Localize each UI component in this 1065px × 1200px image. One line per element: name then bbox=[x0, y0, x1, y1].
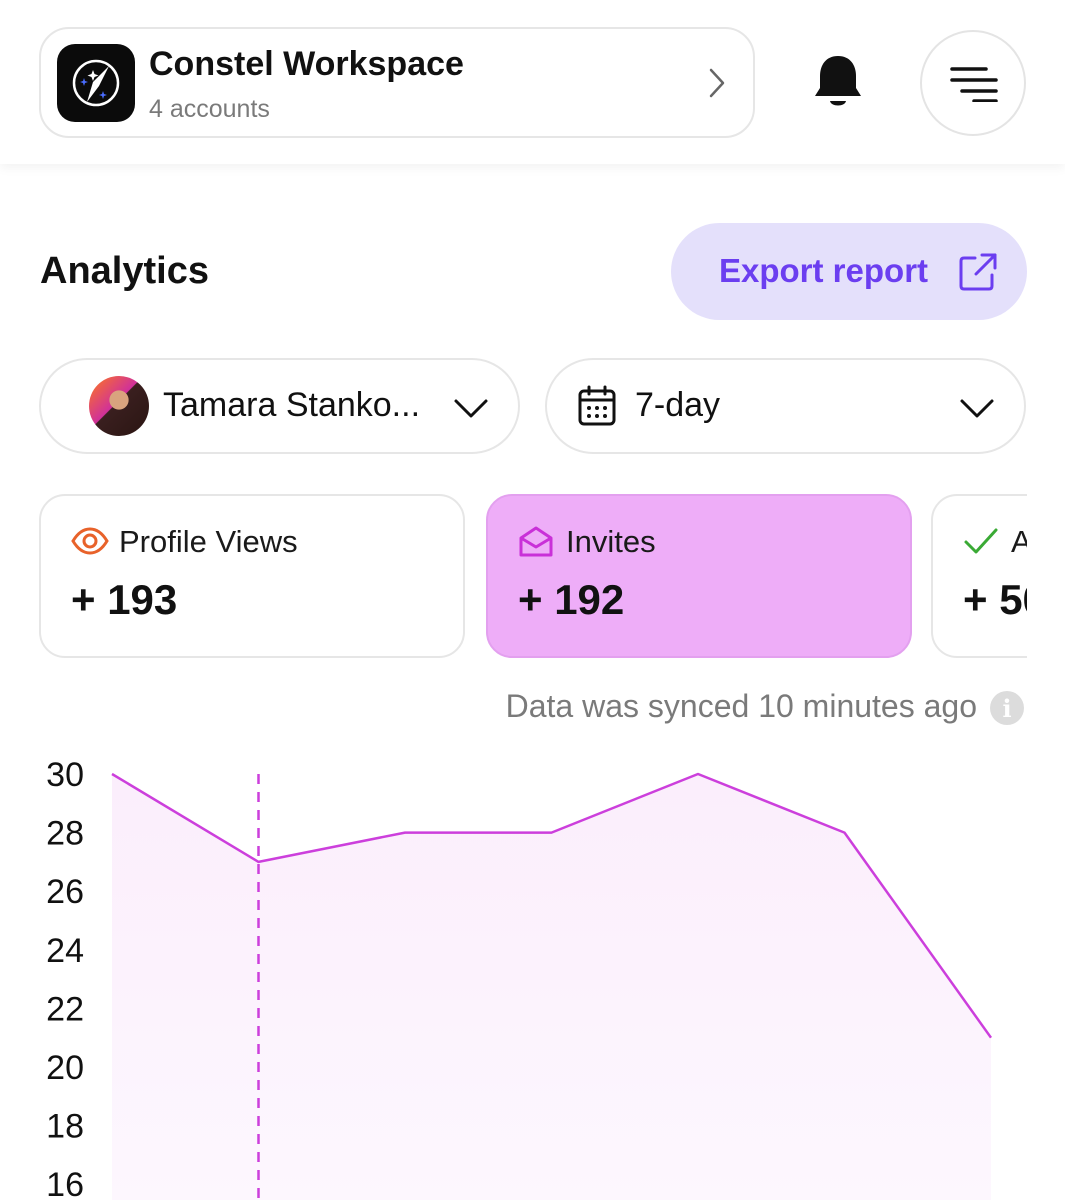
external-link-icon bbox=[959, 253, 997, 291]
info-icon[interactable]: i bbox=[990, 691, 1024, 725]
y-tick-label: 24 bbox=[46, 932, 84, 970]
check-icon bbox=[964, 528, 998, 554]
page-title: Analytics bbox=[40, 250, 209, 292]
envelope-open-icon bbox=[519, 526, 553, 557]
card-label: A bbox=[1011, 524, 1027, 559]
invites-line-chart: 30 28 26 24 22 20 18 16 bbox=[46, 756, 1001, 1200]
top-bar: Constel Workspace 4 accounts bbox=[0, 0, 1065, 164]
metric-cards: Profile Views + 193 Invites + 192 A + 50 bbox=[39, 494, 1027, 660]
card-invites[interactable]: Invites + 192 bbox=[486, 494, 912, 658]
export-report-label: Export report bbox=[719, 252, 929, 289]
workspace-title: Constel Workspace bbox=[149, 45, 464, 83]
y-tick-label: 22 bbox=[46, 990, 84, 1028]
y-tick-label: 18 bbox=[46, 1108, 84, 1146]
card-value: + 192 bbox=[518, 576, 625, 623]
card-value: + 50 bbox=[963, 576, 1027, 623]
y-tick-label: 16 bbox=[46, 1166, 84, 1200]
constel-logo-icon bbox=[57, 44, 135, 122]
data-point[interactable] bbox=[981, 1028, 1001, 1048]
account-selector[interactable]: Tamara Stanko... bbox=[39, 358, 520, 454]
y-tick-label: 28 bbox=[46, 815, 84, 853]
sync-status-text: Data was synced 10 minutes ago bbox=[505, 688, 977, 724]
card-value: + 193 bbox=[71, 576, 178, 623]
selected-account-name: Tamara Stanko... bbox=[163, 386, 421, 424]
y-tick-label: 30 bbox=[46, 756, 84, 794]
chevron-down-icon bbox=[454, 399, 488, 418]
bell-icon[interactable] bbox=[811, 52, 865, 112]
menu-icon bbox=[950, 67, 998, 102]
data-point[interactable] bbox=[102, 764, 122, 784]
y-tick-label: 20 bbox=[46, 1049, 84, 1087]
avatar bbox=[89, 376, 149, 436]
chevron-right-icon bbox=[709, 68, 725, 98]
data-point[interactable] bbox=[249, 852, 269, 872]
data-point[interactable] bbox=[688, 764, 708, 784]
workspace-account-count: 4 accounts bbox=[149, 95, 270, 123]
card-profile-views[interactable]: Profile Views + 193 bbox=[39, 494, 465, 658]
data-point[interactable] bbox=[542, 823, 562, 843]
data-point[interactable] bbox=[395, 823, 415, 843]
menu-button[interactable] bbox=[920, 30, 1026, 136]
eye-icon bbox=[71, 527, 109, 555]
date-range-selector[interactable]: 7-day bbox=[545, 358, 1026, 454]
calendar-icon bbox=[578, 385, 616, 426]
y-tick-label: 26 bbox=[46, 873, 84, 911]
card-accepted[interactable]: A + 50 bbox=[931, 494, 1027, 658]
workspace-switcher[interactable]: Constel Workspace 4 accounts bbox=[39, 27, 755, 138]
card-label: Profile Views bbox=[119, 524, 298, 559]
selected-date-range: 7-day bbox=[635, 386, 721, 424]
chevron-down-icon bbox=[960, 399, 994, 418]
export-report-button[interactable]: Export report bbox=[671, 223, 1027, 320]
data-point[interactable] bbox=[835, 823, 855, 843]
card-label: Invites bbox=[566, 524, 656, 559]
